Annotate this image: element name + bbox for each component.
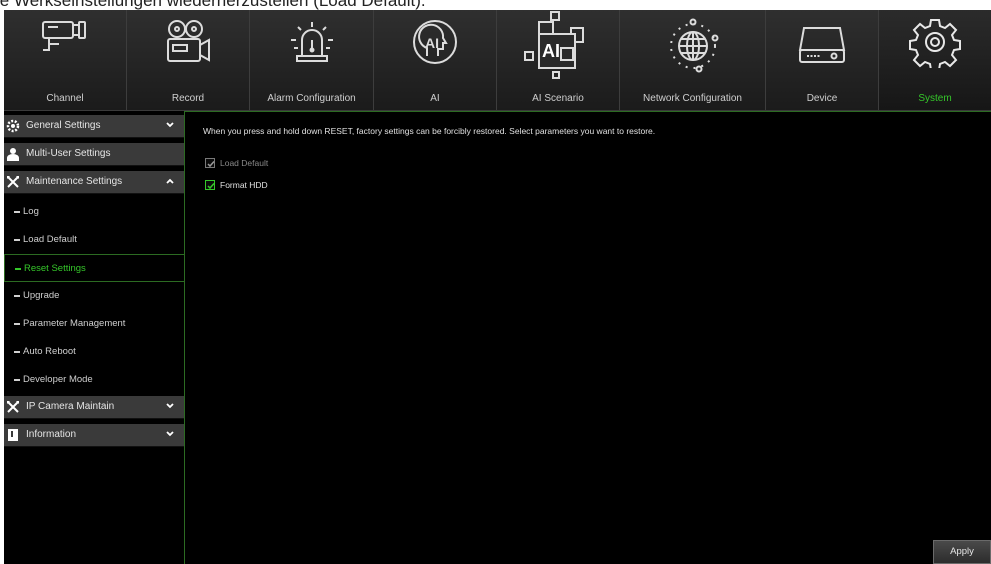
globe-network-icon	[663, 18, 723, 79]
dash-bullet	[14, 379, 20, 381]
tab-label: System	[918, 93, 952, 104]
chevron-down-icon	[166, 122, 174, 128]
camera-icon	[39, 18, 91, 67]
sidebar-group-maintenance-settings[interactable]: Maintenance Settings	[4, 171, 184, 194]
svg-text:AI: AI	[425, 35, 439, 51]
sidebar-group-information[interactable]: Information	[4, 424, 184, 447]
sidebar-item-upgrade[interactable]: Upgrade	[4, 282, 184, 310]
sidebar: General Settings Multi-User Settings Mai…	[4, 112, 184, 564]
tab-label: Record	[171, 93, 205, 104]
alarm-siren-icon	[286, 18, 338, 69]
tab-ai-scenario[interactable]: AI AI Scenario	[497, 10, 620, 110]
sidebar-group-label: Maintenance Settings	[26, 176, 123, 187]
tab-label: Channel	[46, 93, 84, 104]
tab-channel[interactable]: Channel	[4, 10, 127, 110]
checkmark-icon	[207, 161, 215, 168]
tab-label: Alarm Configuration	[267, 93, 356, 104]
sidebar-item-label: Developer Mode	[23, 374, 93, 385]
tab-label: Network Configuration	[643, 93, 742, 104]
ai-head-icon: AI	[409, 18, 461, 71]
info-icon	[8, 429, 18, 441]
user-icon	[7, 148, 19, 161]
apply-button[interactable]: Apply	[933, 540, 991, 564]
sidebar-item-label: Upgrade	[23, 290, 60, 301]
checkbox	[205, 180, 215, 190]
tab-label: AI	[430, 93, 440, 104]
sidebar-item-label: Log	[23, 206, 39, 217]
dash-bullet	[14, 351, 20, 353]
chevron-down-icon	[166, 403, 174, 409]
chevron-up-icon	[166, 178, 174, 184]
sidebar-item-label: Load Default	[23, 234, 77, 245]
sidebar-group-multi-user-settings[interactable]: Multi-User Settings	[4, 143, 184, 166]
hdd-device-icon	[796, 24, 848, 71]
dash-bullet	[14, 239, 20, 241]
sidebar-item-label: Parameter Management	[23, 318, 126, 329]
reset-description: When you press and hold down RESET, fact…	[203, 126, 656, 136]
tab-label: Device	[806, 93, 838, 104]
sidebar-item-parameter-management[interactable]: Parameter Management	[4, 310, 184, 338]
tab-record[interactable]: Record	[127, 10, 250, 110]
sidebar-item-developer-mode[interactable]: Developer Mode	[4, 366, 184, 394]
checkbox	[205, 158, 215, 168]
film-projector-icon	[162, 18, 214, 71]
dash-bullet	[15, 268, 21, 270]
tab-system[interactable]: System	[879, 10, 991, 110]
nvr-app: Channel Record Alarm Configuration AI AI…	[4, 10, 991, 564]
sidebar-group-label: Multi-User Settings	[26, 148, 111, 159]
sidebar-group-general-settings[interactable]: General Settings	[4, 115, 184, 138]
dash-bullet	[14, 211, 20, 213]
top-navigation: Channel Record Alarm Configuration AI AI…	[4, 10, 991, 111]
ai-scenario-icon: AI	[521, 10, 595, 91]
page-caption: ie Werkseinstellungen wiederherzustellen…	[0, 0, 991, 10]
checkmark-icon	[207, 183, 215, 190]
sidebar-group-label: General Settings	[26, 120, 101, 131]
tab-ai[interactable]: AI AI	[374, 10, 497, 110]
sidebar-group-label: Information	[26, 429, 77, 440]
tab-device[interactable]: Device	[766, 10, 879, 110]
dash-bullet	[14, 323, 20, 325]
tab-network-configuration[interactable]: Network Configuration	[620, 10, 766, 110]
svg-text:AI: AI	[542, 41, 560, 61]
chevron-down-icon	[166, 431, 174, 437]
sidebar-item-reset-settings[interactable]: Reset Settings	[4, 254, 184, 282]
gear-icon	[6, 119, 20, 133]
dash-bullet	[14, 295, 20, 297]
tools-icon	[7, 401, 19, 413]
gear-icon	[909, 16, 961, 73]
sidebar-item-label: Reset Settings	[24, 263, 86, 274]
tab-label: AI Scenario	[532, 93, 584, 104]
caption-text: ie Werkseinstellungen wiederherzustellen…	[0, 0, 426, 10]
checkbox-label: Format HDD	[220, 180, 268, 190]
sidebar-item-label: Auto Reboot	[23, 346, 76, 357]
sidebar-item-auto-reboot[interactable]: Auto Reboot	[4, 338, 184, 366]
tools-icon	[7, 176, 19, 188]
sidebar-item-log[interactable]: Log	[4, 198, 184, 226]
reset-settings-panel: When you press and hold down RESET, fact…	[184, 111, 991, 564]
sidebar-item-load-default[interactable]: Load Default	[4, 226, 184, 254]
tab-alarm-configuration[interactable]: Alarm Configuration	[250, 10, 374, 110]
sidebar-group-label: IP Camera Maintain	[26, 401, 115, 412]
sidebar-group-ip-camera-maintain[interactable]: IP Camera Maintain	[4, 396, 184, 419]
checkbox-label: Load Default	[220, 158, 269, 168]
